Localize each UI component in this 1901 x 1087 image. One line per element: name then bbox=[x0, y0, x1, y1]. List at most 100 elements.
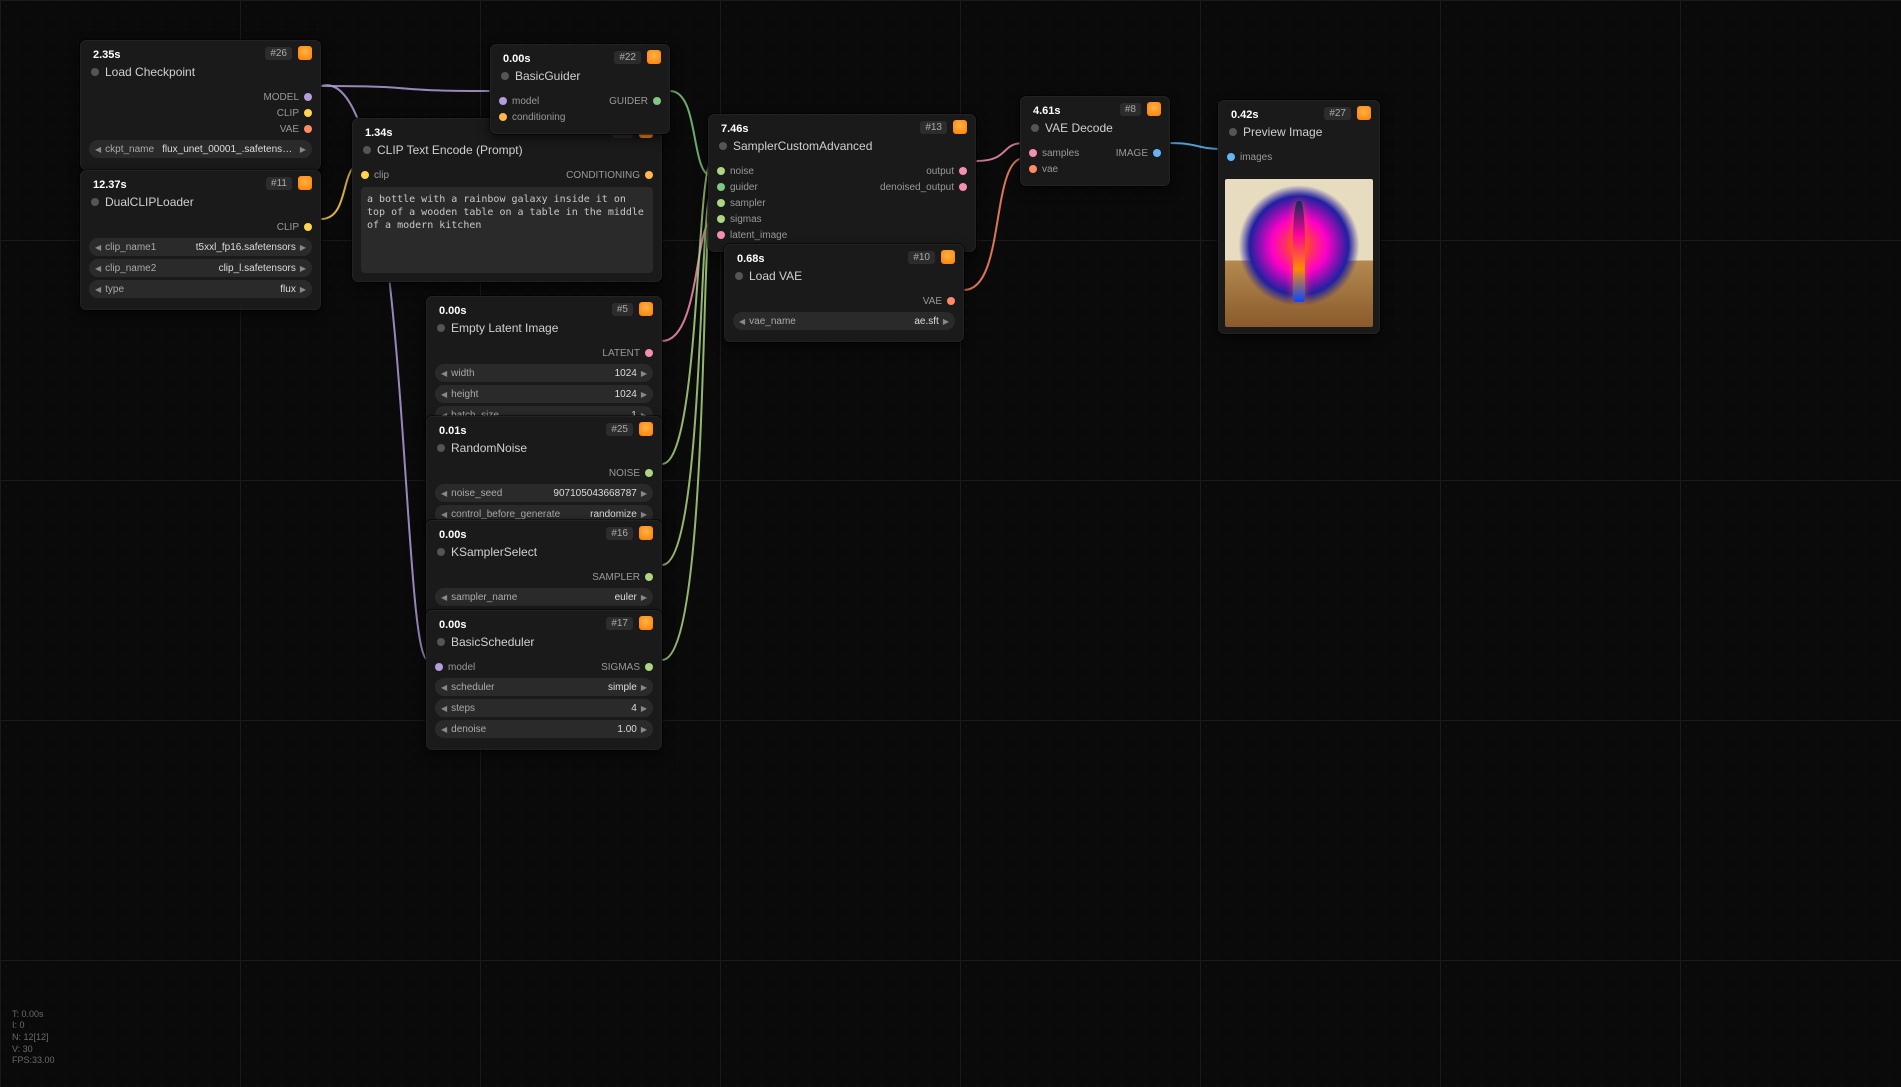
node-badge: #27 bbox=[1324, 107, 1351, 120]
brand-icon bbox=[1357, 106, 1371, 120]
node-badge: #16 bbox=[606, 527, 633, 540]
node-title: Empty Latent Image bbox=[451, 321, 558, 335]
node-badge: #11 bbox=[266, 177, 292, 190]
brand-icon bbox=[298, 176, 312, 190]
output-port[interactable] bbox=[304, 125, 312, 133]
node-badge: #17 bbox=[606, 617, 633, 630]
node-load-vae[interactable]: #10 0.68s Load VAE VAE ◀vae_nameae.sft▶ bbox=[724, 244, 964, 342]
widget-width[interactable]: ◀width1024▶ bbox=[435, 364, 653, 382]
node-dual-clip-loader[interactable]: #11 12.37s DualCLIPLoader CLIP ◀clip_nam… bbox=[80, 170, 321, 310]
debug-overlay: T: 0.00s I: 0 N: 12[12] V: 30 FPS:33.00 bbox=[12, 1009, 55, 1067]
collapse-dot-icon[interactable] bbox=[735, 272, 743, 280]
brand-icon bbox=[1147, 102, 1161, 116]
input-port[interactable] bbox=[435, 663, 443, 671]
brand-icon bbox=[639, 526, 653, 540]
output-port[interactable] bbox=[959, 183, 967, 191]
input-port[interactable] bbox=[1227, 153, 1235, 161]
node-badge: #13 bbox=[920, 121, 947, 134]
collapse-dot-icon[interactable] bbox=[91, 198, 99, 206]
node-badge: #22 bbox=[614, 51, 641, 64]
increment-icon[interactable]: ▶ bbox=[300, 145, 306, 154]
input-label: clip bbox=[374, 170, 389, 181]
output-port[interactable] bbox=[1153, 149, 1161, 157]
output-label: VAE bbox=[280, 124, 299, 135]
brand-icon bbox=[639, 302, 653, 316]
input-port[interactable] bbox=[717, 183, 725, 191]
input-port[interactable] bbox=[717, 215, 725, 223]
output-port[interactable] bbox=[645, 663, 653, 671]
widget-clip-name1[interactable]: ◀clip_name1t5xxl_fp16.safetensors▶ bbox=[89, 238, 312, 256]
input-port[interactable] bbox=[499, 97, 507, 105]
widget-vae-name[interactable]: ◀vae_nameae.sft▶ bbox=[733, 312, 955, 330]
node-badge: #10 bbox=[908, 251, 935, 264]
collapse-dot-icon[interactable] bbox=[1031, 124, 1039, 132]
output-port[interactable] bbox=[653, 97, 661, 105]
node-basic-scheduler[interactable]: #17 0.00s BasicScheduler model SIGMAS ◀s… bbox=[426, 610, 662, 750]
node-badge: #25 bbox=[606, 423, 633, 436]
output-label: MODEL bbox=[263, 92, 299, 103]
preview-thumbnail[interactable] bbox=[1225, 179, 1373, 327]
node-badge: #8 bbox=[1120, 103, 1141, 116]
collapse-dot-icon[interactable] bbox=[437, 548, 445, 556]
node-canvas[interactable]: #26 2.35s Load Checkpoint MODEL CLIP VAE… bbox=[0, 0, 1901, 1087]
node-ksampler-select[interactable]: #16 0.00s KSamplerSelect SAMPLER ◀sample… bbox=[426, 520, 662, 618]
node-sampler-custom-advanced[interactable]: #13 7.46s SamplerCustomAdvanced noiseout… bbox=[708, 114, 976, 252]
output-label: CONDITIONING bbox=[566, 170, 640, 181]
brand-icon bbox=[298, 46, 312, 60]
brand-icon bbox=[941, 250, 955, 264]
output-port[interactable] bbox=[304, 223, 312, 231]
node-load-checkpoint[interactable]: #26 2.35s Load Checkpoint MODEL CLIP VAE… bbox=[80, 40, 321, 170]
collapse-dot-icon[interactable] bbox=[91, 68, 99, 76]
output-port[interactable] bbox=[645, 469, 653, 477]
widget-steps[interactable]: ◀steps4▶ bbox=[435, 699, 653, 717]
widget-height[interactable]: ◀height1024▶ bbox=[435, 385, 653, 403]
widget-seed[interactable]: ◀noise_seed907105043668787▶ bbox=[435, 484, 653, 502]
output-port[interactable] bbox=[645, 349, 653, 357]
collapse-dot-icon[interactable] bbox=[437, 444, 445, 452]
brand-icon bbox=[953, 120, 967, 134]
node-badge: #5 bbox=[612, 303, 633, 316]
widget-clip-name2[interactable]: ◀clip_name2clip_l.safetensors▶ bbox=[89, 259, 312, 277]
input-port[interactable] bbox=[361, 171, 369, 179]
node-title: CLIP Text Encode (Prompt) bbox=[377, 143, 523, 157]
output-port[interactable] bbox=[959, 167, 967, 175]
input-port[interactable] bbox=[717, 199, 725, 207]
input-port[interactable] bbox=[717, 167, 725, 175]
brand-icon bbox=[647, 50, 661, 64]
node-clip-text-encode[interactable]: #6 1.34s CLIP Text Encode (Prompt) clip … bbox=[352, 118, 662, 282]
output-label: CLIP bbox=[277, 108, 299, 119]
output-port[interactable] bbox=[645, 171, 653, 179]
node-preview-image[interactable]: #27 0.42s Preview Image images bbox=[1218, 100, 1380, 334]
widget-type[interactable]: ◀typeflux▶ bbox=[89, 280, 312, 298]
widget-denoise[interactable]: ◀denoise1.00▶ bbox=[435, 720, 653, 738]
output-port[interactable] bbox=[645, 573, 653, 581]
output-port[interactable] bbox=[947, 297, 955, 305]
node-random-noise[interactable]: #25 0.01s RandomNoise NOISE ◀noise_seed9… bbox=[426, 416, 662, 535]
brand-icon bbox=[639, 422, 653, 436]
input-port[interactable] bbox=[717, 231, 725, 239]
node-basic-guider[interactable]: #22 0.00s BasicGuider model GUIDER condi… bbox=[490, 44, 670, 134]
node-title: DualCLIPLoader bbox=[105, 195, 194, 209]
output-port[interactable] bbox=[304, 93, 312, 101]
collapse-dot-icon[interactable] bbox=[501, 72, 509, 80]
input-port[interactable] bbox=[1029, 165, 1037, 173]
widget-ckpt-name[interactable]: ◀ckpt_nameflux_unet_00001_.safetensors▶ bbox=[89, 140, 312, 158]
node-empty-latent[interactable]: #5 0.00s Empty Latent Image LATENT ◀widt… bbox=[426, 296, 662, 436]
node-badge: #26 bbox=[265, 47, 292, 60]
decrement-icon[interactable]: ◀ bbox=[95, 145, 101, 154]
collapse-dot-icon[interactable] bbox=[437, 324, 445, 332]
collapse-dot-icon[interactable] bbox=[437, 638, 445, 646]
collapse-dot-icon[interactable] bbox=[363, 146, 371, 154]
collapse-dot-icon[interactable] bbox=[719, 142, 727, 150]
output-label: CLIP bbox=[277, 222, 299, 233]
widget-sampler-name[interactable]: ◀sampler_nameeuler▶ bbox=[435, 588, 653, 606]
input-port[interactable] bbox=[499, 113, 507, 121]
node-title: BasicGuider bbox=[515, 69, 580, 83]
collapse-dot-icon[interactable] bbox=[1229, 128, 1237, 136]
node-vae-decode[interactable]: #8 4.61s VAE Decode samplesIMAGE vae bbox=[1020, 96, 1170, 186]
brand-icon bbox=[639, 616, 653, 630]
output-port[interactable] bbox=[304, 109, 312, 117]
prompt-textarea[interactable]: a bottle with a rainbow galaxy inside it… bbox=[361, 187, 653, 273]
widget-scheduler[interactable]: ◀schedulersimple▶ bbox=[435, 678, 653, 696]
input-port[interactable] bbox=[1029, 149, 1037, 157]
